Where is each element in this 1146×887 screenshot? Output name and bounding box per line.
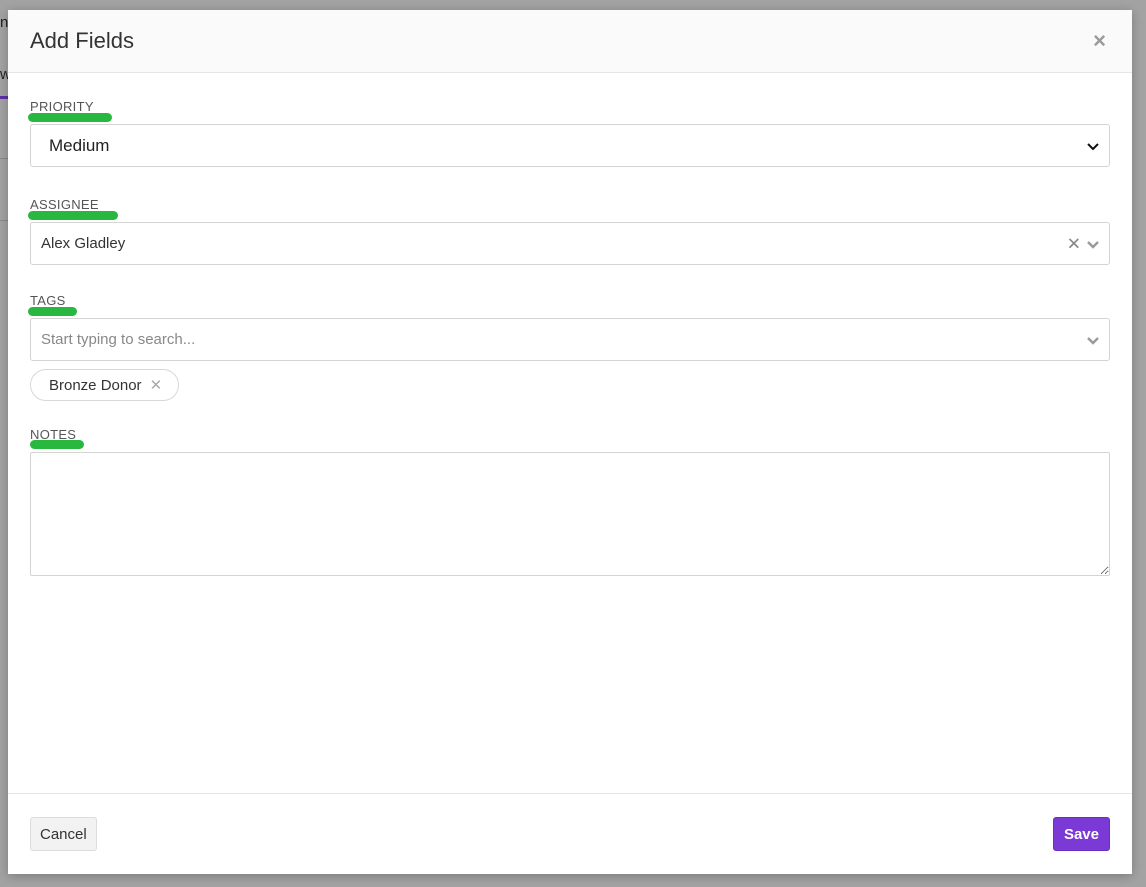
modal-body: PRIORITY Medium ASSIGNEE Alex Gladley ✕ [8, 73, 1132, 793]
close-icon[interactable]: × [1089, 30, 1110, 52]
tags-placeholder: Start typing to search... [41, 331, 196, 348]
cancel-button[interactable]: Cancel [30, 817, 97, 851]
chevron-down-icon[interactable] [1085, 236, 1101, 252]
priority-field: PRIORITY Medium [28, 99, 1110, 167]
clear-icon[interactable]: ✕ [1067, 235, 1081, 252]
background-tab-underline [0, 96, 8, 99]
tags-field: TAGS Start typing to search... Bronze Do… [28, 293, 1110, 401]
modal-title: Add Fields [30, 28, 134, 53]
remove-tag-icon[interactable]: ✕ [150, 376, 163, 394]
highlight-marker [28, 211, 118, 220]
tags-label: TAGS [30, 293, 66, 308]
chevron-down-icon [1087, 142, 1099, 150]
tags-search-input[interactable]: Start typing to search... [30, 318, 1110, 361]
save-button[interactable]: Save [1052, 817, 1110, 851]
notes-label: NOTES [30, 427, 77, 442]
priority-select[interactable]: Medium [30, 124, 1110, 167]
highlight-marker [30, 440, 84, 449]
tag-label: Bronze Donor [49, 376, 142, 394]
modal-footer: Cancel Save [8, 793, 1132, 874]
notes-textarea[interactable] [30, 452, 1110, 576]
assignee-field: ASSIGNEE Alex Gladley ✕ [28, 197, 1110, 265]
assignee-select[interactable]: Alex Gladley ✕ [30, 222, 1110, 265]
highlight-marker [28, 113, 112, 122]
assignee-label: ASSIGNEE [30, 197, 99, 212]
tag-pill: Bronze Donor ✕ [30, 369, 180, 401]
priority-label: PRIORITY [30, 99, 94, 114]
priority-value: Medium [49, 135, 110, 155]
highlight-marker [28, 307, 77, 316]
modal-header: Add Fields × [8, 10, 1132, 73]
assignee-value: Alex Gladley [41, 235, 126, 252]
notes-field: NOTES [30, 427, 1110, 576]
chevron-down-icon[interactable] [1085, 332, 1101, 348]
add-fields-modal: Add Fields × PRIORITY Medium ASSIGNEE Al… [8, 10, 1132, 874]
